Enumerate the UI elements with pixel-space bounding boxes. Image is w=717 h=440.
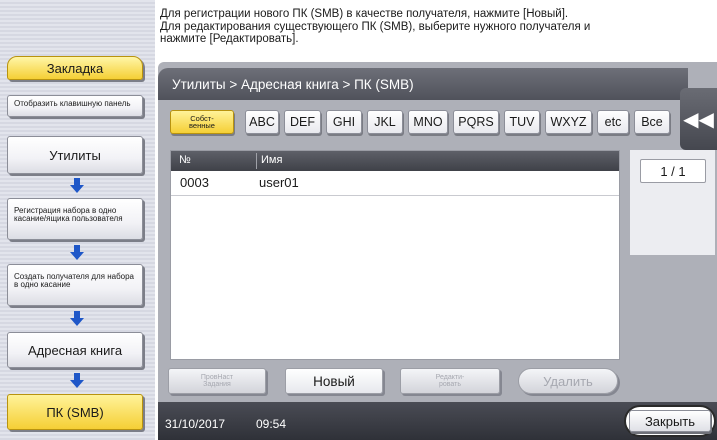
sidebar: Закладка Отобразить клавишную панель Ути… [0, 0, 155, 440]
pc-smb-label: ПК (SMB) [46, 404, 104, 420]
breadcrumb-bar: Утилиты > Адресная книга > ПК (SMB) [158, 68, 688, 100]
tab-pqrs[interactable]: PQRS [453, 110, 499, 134]
tab-abc[interactable]: ABC [245, 110, 279, 134]
message-line-3: нажмите [Редактировать]. [160, 33, 299, 45]
arrow-down-icon [70, 178, 84, 193]
close-label: Закрыть [644, 413, 696, 429]
tab-label: MNO [413, 115, 443, 129]
page-navigation: 1 / 1 [630, 150, 715, 255]
one-touch-registration-label: Регистрация набора в одно касание/ящика … [14, 206, 123, 223]
new-label: Новый [313, 373, 355, 389]
address-book-button[interactable]: Адресная книга [7, 332, 143, 368]
arrow-down-icon [70, 311, 84, 326]
check-job-button[interactable]: ПровНаст Задания [168, 368, 266, 394]
row-name: user01 [259, 175, 299, 190]
breadcrumb: Утилиты > Адресная книга > ПК (SMB) [172, 77, 414, 92]
tab-label: Все [641, 115, 663, 129]
delete-button[interactable]: Удалить [518, 368, 618, 394]
message-line-2: Для редактирования существующего ПК (SMB… [160, 20, 591, 33]
utilities-label: Утилиты [49, 147, 101, 163]
row-number: 0003 [180, 175, 209, 190]
status-date: 31/10/2017 [165, 417, 226, 431]
utilities-button[interactable]: Утилиты [7, 136, 143, 174]
tab-mno[interactable]: MNO [408, 110, 448, 134]
message-line-1: Для регистрации нового ПК (SMB) в качест… [160, 8, 569, 20]
edit-label: Редакти- ровать [435, 374, 465, 388]
arrow-down-icon [70, 245, 84, 260]
collapse-double-chevron-icon: ◀◀ [683, 108, 714, 131]
close-button-ring[interactable]: Закрыть [624, 405, 716, 437]
tab-own[interactable]: Собст- венные [170, 110, 234, 134]
tab-label: DEF [290, 115, 315, 129]
collapse-panel-button[interactable]: ◀◀ [680, 88, 717, 150]
page-counter: 1 / 1 [640, 159, 706, 183]
bookmark-button[interactable]: Закладка [7, 56, 143, 80]
tab-label: GHI [332, 115, 356, 129]
tab-def[interactable]: DEF [284, 110, 321, 134]
tab-wxyz[interactable]: WXYZ [545, 110, 592, 134]
show-keypad-label: Отобразить клавишную панель [14, 99, 131, 108]
tab-tuv[interactable]: TUV [504, 110, 540, 134]
arrow-down-icon [70, 373, 84, 388]
tab-ghi[interactable]: GHI [326, 110, 362, 134]
new-button[interactable]: Новый [285, 368, 383, 394]
check-job-label: ПровНаст Задания [200, 374, 234, 388]
row-divider [171, 195, 619, 196]
column-divider [256, 153, 257, 169]
delete-label: Удалить [543, 373, 593, 389]
table-row[interactable]: 0003 user01 [171, 171, 619, 195]
tab-etc[interactable]: etc [597, 110, 629, 134]
create-destination-label: Создать получателя для набора в одно кас… [14, 272, 135, 289]
tab-label: etc [604, 115, 622, 129]
column-number: № [179, 154, 191, 166]
tab-label: PQRS [458, 115, 494, 129]
table-header: № Имя [171, 151, 619, 171]
tab-label: JKL [374, 115, 396, 129]
tab-jkl[interactable]: JKL [367, 110, 403, 134]
destination-table: № Имя 0003 user01 [170, 150, 620, 360]
bookmark-label: Закладка [46, 60, 104, 76]
tab-label: WXYZ [550, 115, 587, 129]
address-book-label: Адресная книга [27, 342, 123, 358]
tab-all[interactable]: Все [634, 110, 670, 134]
tab-label: Собст- венные [189, 113, 215, 130]
show-keypad-button[interactable]: Отобразить клавишную панель [7, 95, 143, 117]
edit-button[interactable]: Редакти- ровать [400, 368, 500, 394]
pc-smb-button[interactable]: ПК (SMB) [7, 394, 143, 430]
status-time: 09:54 [256, 417, 287, 431]
close-button[interactable]: Закрыть [629, 410, 711, 432]
tab-label: ABC [249, 115, 275, 129]
create-destination-button[interactable]: Создать получателя для набора в одно кас… [7, 264, 143, 306]
column-name: Имя [261, 154, 283, 166]
tab-label: TUV [509, 115, 535, 129]
instruction-message: Для регистрации нового ПК (SMB) в качест… [155, 0, 717, 60]
one-touch-registration-button[interactable]: Регистрация набора в одно касание/ящика … [7, 198, 143, 240]
